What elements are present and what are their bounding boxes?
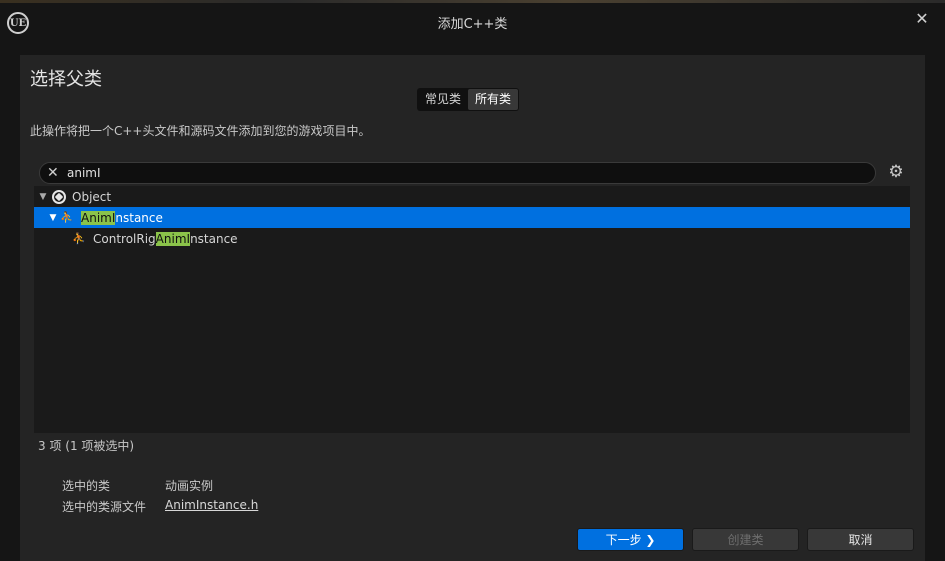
source-file-link[interactable]: AnimInstance.h — [165, 498, 258, 512]
class-filter-tabs: 常见类 所有类 — [417, 88, 520, 111]
object-icon — [52, 189, 66, 204]
clear-search-icon[interactable]: ✕ — [47, 163, 59, 183]
tab-all-classes[interactable]: 所有类 — [468, 89, 519, 110]
search-match-highlight: AnimI — [81, 210, 116, 225]
anim-instance-icon: ⛹ — [60, 210, 74, 224]
tree-row-label: Object — [72, 189, 112, 204]
tree-row-label: ControlRigAnimInstance — [93, 231, 238, 246]
search-match-highlight: AnimI — [155, 231, 191, 246]
page-title: 选择父类 — [30, 69, 102, 90]
dialog-panel: 选择父类 常见类 所有类 此操作将把一个C++头文件和源码文件添加到您的游戏项目… — [20, 55, 925, 561]
search-box: ✕ — [39, 162, 876, 184]
description-text: 此操作将把一个C++头文件和源码文件添加到您的游戏项目中。 — [30, 124, 371, 138]
selection-status: 3 项 (1 项被选中) — [38, 439, 135, 453]
tab-common-classes[interactable]: 常见类 — [418, 89, 468, 110]
tree-row-controlriganiminstance[interactable]: ⛹ ControlRigAnimInstance — [34, 228, 910, 249]
close-icon[interactable]: ✕ — [911, 8, 933, 30]
tree-row-label: AnimInstance — [81, 210, 163, 225]
search-input[interactable] — [67, 164, 857, 182]
expand-arrow-icon[interactable]: ▼ — [38, 192, 48, 202]
next-button[interactable]: 下一步 ❯ — [577, 528, 684, 551]
title-bar: UE 添加C++类 ✕ — [0, 3, 945, 39]
source-file-label: 选中的类源文件 — [62, 500, 147, 514]
cancel-button[interactable]: 取消 — [807, 528, 914, 551]
tree-row-animinstance[interactable]: ▼ ⛹ AnimInstance — [34, 207, 910, 228]
selected-class-value: 动画实例 — [165, 479, 214, 493]
tree-row-object[interactable]: ▼ Object — [34, 186, 910, 207]
create-class-button[interactable]: 创建类 — [692, 528, 799, 551]
expand-arrow-icon[interactable]: ▼ — [48, 213, 58, 223]
window-title: 添加C++类 — [437, 17, 508, 32]
anim-instance-icon: ⛹ — [72, 231, 86, 245]
selected-class-label: 选中的类 — [62, 479, 111, 493]
gear-icon[interactable]: ⚙ — [886, 162, 906, 182]
class-tree: ▼ Object ▼ ⛹ AnimInstance ⛹ ControlRigAn… — [34, 186, 910, 433]
